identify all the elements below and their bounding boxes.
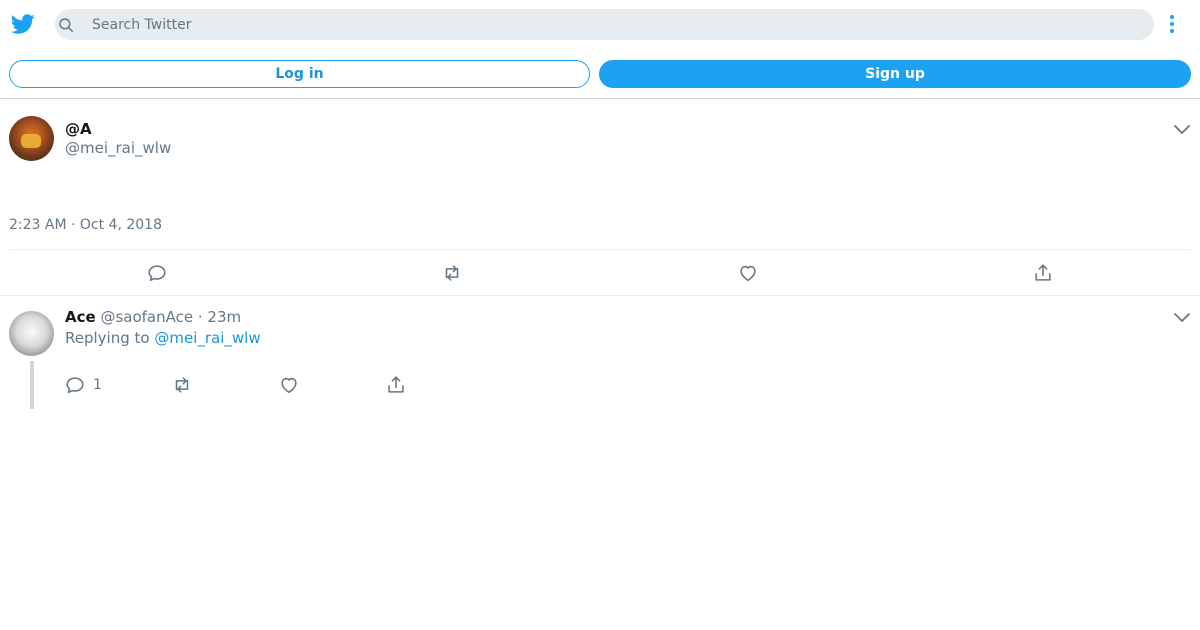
thread-line [30, 361, 34, 409]
search-icon [59, 18, 74, 33]
replying-to: Replying to @mei_rai_wlw [65, 329, 261, 347]
retweet-icon[interactable] [441, 262, 463, 284]
search-bar [55, 9, 1154, 40]
header-divider [0, 98, 1200, 99]
reply-icon[interactable] [64, 374, 86, 396]
reply-header: Ace @saofanAce · 23m [65, 308, 241, 326]
reply-handle-time[interactable]: @saofanAce · 23m [100, 308, 241, 326]
like-icon[interactable] [737, 262, 759, 284]
chevron-down-icon[interactable] [1172, 120, 1192, 140]
avatar[interactable] [9, 116, 54, 161]
retweet-icon[interactable] [171, 374, 193, 396]
author-name[interactable]: @A [65, 120, 92, 138]
mention-link[interactable]: @mei_rai_wlw [154, 329, 260, 347]
tweet-timestamp[interactable]: 2:23 AM · Oct 4, 2018 [9, 217, 162, 233]
chevron-down-icon[interactable] [1172, 308, 1192, 328]
like-icon[interactable] [278, 374, 300, 396]
replying-prefix: Replying to [65, 329, 150, 347]
share-icon[interactable] [1032, 262, 1054, 284]
share-icon[interactable] [385, 374, 407, 396]
reply-count: 1 [93, 377, 102, 393]
twitter-bird-icon[interactable] [11, 12, 35, 36]
reply-icon[interactable] [146, 262, 168, 284]
top-bar [0, 0, 1200, 48]
author-handle[interactable]: @mei_rai_wlw [65, 139, 171, 157]
divider [9, 249, 1191, 250]
avatar[interactable] [9, 311, 54, 356]
signup-button[interactable]: Sign up [599, 60, 1191, 88]
login-button[interactable]: Log in [9, 60, 590, 88]
search-input[interactable] [92, 9, 1132, 40]
more-vertical-icon[interactable] [1162, 13, 1182, 35]
divider [0, 295, 1200, 296]
reply-author-name[interactable]: Ace [65, 308, 96, 326]
